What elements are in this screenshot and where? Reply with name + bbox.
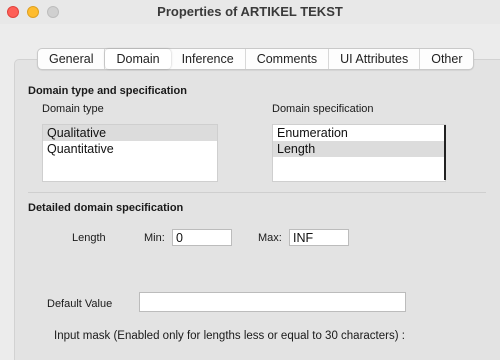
title-bar: Properties of ARTIKEL TEKST (0, 0, 500, 24)
length-label: Length (72, 232, 106, 244)
tab-ui-attributes[interactable]: UI Attributes (329, 49, 421, 69)
domain-type-list[interactable]: Qualitative Quantitative (42, 124, 218, 182)
detail-section-title: Detailed domain specification (28, 202, 184, 214)
min-length-input[interactable] (172, 229, 232, 246)
domain-type-option-qualitative[interactable]: Qualitative (43, 125, 217, 141)
tab-comments[interactable]: Comments (246, 49, 330, 69)
input-mask-label: Input mask (Enabled only for lengths les… (54, 330, 405, 342)
window-title: Properties of ARTIKEL TEKST (157, 4, 343, 19)
tab-other[interactable]: Other (420, 49, 473, 69)
section-divider (28, 192, 486, 193)
domain-spec-label: Domain specification (272, 103, 374, 115)
list-scrollbar[interactable] (444, 125, 446, 180)
domain-type-option-quantitative[interactable]: Quantitative (43, 141, 217, 157)
default-value-input[interactable] (139, 292, 406, 312)
domain-spec-option-enumeration[interactable]: Enumeration (273, 125, 445, 141)
tab-domain[interactable]: Domain (105, 49, 171, 69)
domain-spec-list[interactable]: Enumeration Length (272, 124, 446, 182)
tab-bar: General Domain Inference Comments UI Att… (37, 48, 475, 70)
min-label: Min: (144, 232, 165, 244)
max-length-input[interactable] (289, 229, 349, 246)
tab-general[interactable]: General (38, 49, 106, 69)
max-label: Max: (258, 232, 282, 244)
default-value-label: Default Value (47, 298, 113, 310)
tab-inference[interactable]: Inference (171, 49, 246, 69)
domain-section-title: Domain type and specification (28, 85, 187, 97)
domain-type-label: Domain type (42, 103, 104, 115)
domain-spec-option-length[interactable]: Length (273, 141, 445, 157)
